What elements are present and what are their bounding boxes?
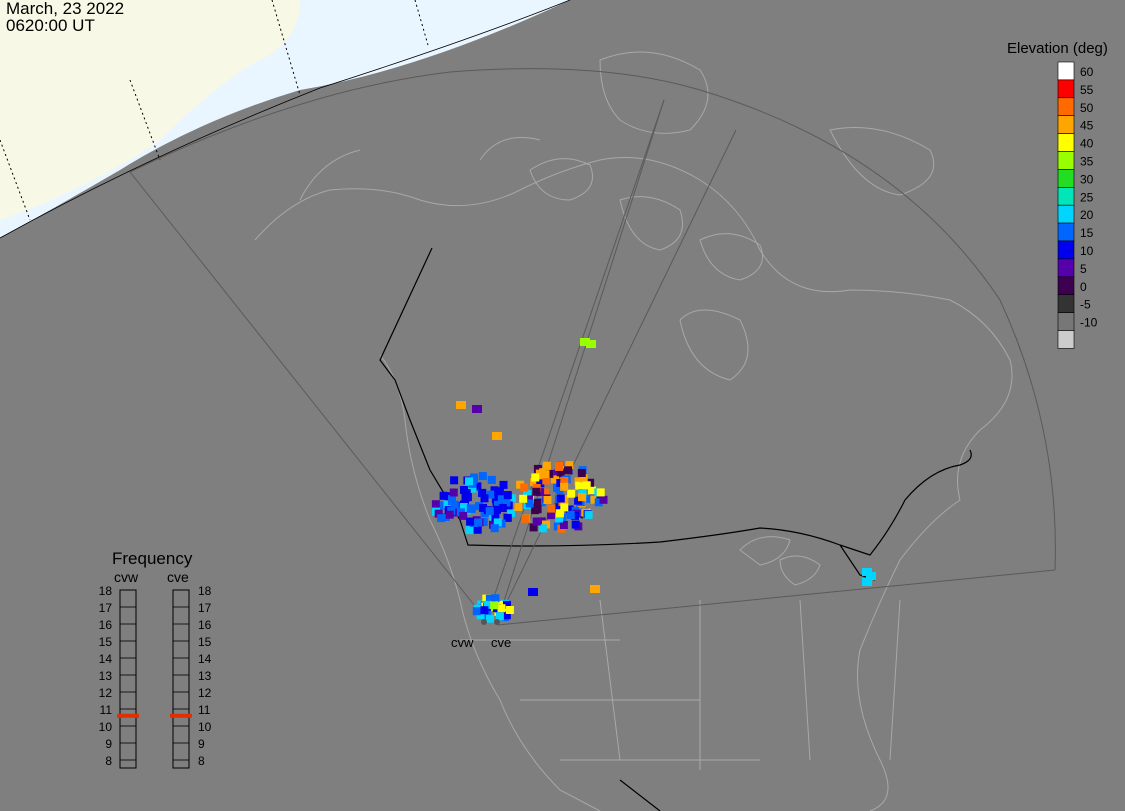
radar-map: 605550454035302520151050-5-10 1817161514…	[0, 0, 1098, 811]
freq-tick-label: 16	[198, 618, 212, 632]
radar-label-west: cvw	[451, 635, 474, 650]
colorbar-swatch	[1057, 312, 1075, 331]
colorbar-tick-label: 5	[1080, 262, 1087, 276]
radar-site-west	[481, 619, 487, 625]
freq-tick-label: 17	[198, 601, 212, 615]
timestamp: March, 23 2022 0620:00 UT	[6, 0, 124, 34]
elevation-colorbar: 605550454035302520151050-5-10	[1057, 61, 1098, 349]
freq-tick-label: 9	[105, 737, 112, 751]
frequency-title: Frequency	[112, 549, 193, 568]
freq-tick-label: 16	[99, 618, 113, 632]
colorbar-tick-label: -5	[1080, 298, 1091, 312]
colorbar-tick-label: 15	[1080, 226, 1094, 240]
colorbar-swatch	[1057, 115, 1075, 134]
colorbar-tick-label: 35	[1080, 154, 1094, 168]
colorbar-tick-label: 60	[1080, 65, 1094, 79]
colorbar-tick-label: 25	[1080, 190, 1094, 204]
freq-tick-label: 12	[99, 686, 113, 700]
colorbar-swatch	[1057, 61, 1075, 81]
colorbar-tick-label: 55	[1080, 83, 1094, 97]
colorbar-title: Elevation (deg)	[1007, 40, 1108, 57]
freq-tick-label: 11	[198, 703, 211, 717]
frequency-panel: 18 17 16 15 14 13 12 11 10 9 8 18 17 16 15 14 13 12 11 10 9 8	[99, 584, 212, 769]
freq-radar-label-east: cve	[167, 569, 189, 585]
freq-tick-label: 13	[99, 669, 113, 683]
colorbar-tick-label: 45	[1080, 119, 1094, 133]
freq-tick-label: 13	[198, 669, 212, 683]
colorbar-swatch	[1057, 240, 1075, 260]
colorbar-tick-label: 0	[1080, 280, 1087, 294]
freq-tick-label: 10	[99, 720, 113, 734]
colorbar-swatch	[1057, 222, 1075, 242]
freq-tick-label: 10	[198, 720, 212, 734]
date-label: March, 23 2022	[6, 0, 125, 18]
colorbar-swatch	[1057, 204, 1075, 224]
colorbar-swatch	[1057, 187, 1075, 206]
colorbar-swatch	[1057, 330, 1075, 349]
freq-indicator-cvw	[117, 713, 139, 718]
freq-tick-label: 15	[198, 635, 212, 649]
freq-tick-label: 8	[198, 754, 205, 768]
freq-radar-label-west: cvw	[114, 569, 139, 585]
colorbar-swatch	[1057, 97, 1075, 117]
freq-tick-label: 11	[100, 703, 113, 717]
land-outlines	[254, 51, 1013, 811]
freq-tick-label: 18	[99, 584, 113, 598]
freq-indicator-cve	[170, 713, 192, 718]
colorbar-tick-label: 10	[1080, 244, 1094, 258]
colorbar-swatch	[1057, 258, 1075, 278]
elevation-cells	[431, 338, 876, 623]
freq-tick-label: 8	[105, 754, 112, 768]
freq-tick-label: 14	[198, 652, 212, 666]
freq-tick-label: 17	[99, 601, 113, 615]
colorbar-tick-label: 30	[1080, 172, 1094, 186]
colorbar-tick-label: 40	[1080, 137, 1094, 151]
freq-tick-label: 9	[198, 737, 205, 751]
colorbar-swatch	[1057, 294, 1075, 313]
radar-site-east	[494, 619, 500, 625]
colorbar-tick-label: -10	[1080, 316, 1098, 330]
radar-label-east: cve	[491, 635, 512, 650]
freq-tick-label: 14	[99, 652, 113, 666]
freq-tick-label: 15	[99, 635, 113, 649]
freq-bar-cve	[172, 589, 190, 769]
colorbar-swatch	[1057, 276, 1075, 295]
colorbar-swatch	[1057, 169, 1075, 188]
colorbar-swatch	[1057, 151, 1075, 170]
freq-bar-cvw	[119, 589, 137, 769]
colorbar-tick-label: 50	[1080, 101, 1094, 115]
colorbar-swatch	[1057, 79, 1075, 99]
time-label: 0620:00 UT	[6, 16, 95, 35]
freq-tick-label: 12	[198, 686, 212, 700]
colorbar-swatch	[1057, 133, 1075, 152]
colorbar-tick-label: 20	[1080, 208, 1094, 222]
freq-tick-label: 18	[198, 584, 212, 598]
